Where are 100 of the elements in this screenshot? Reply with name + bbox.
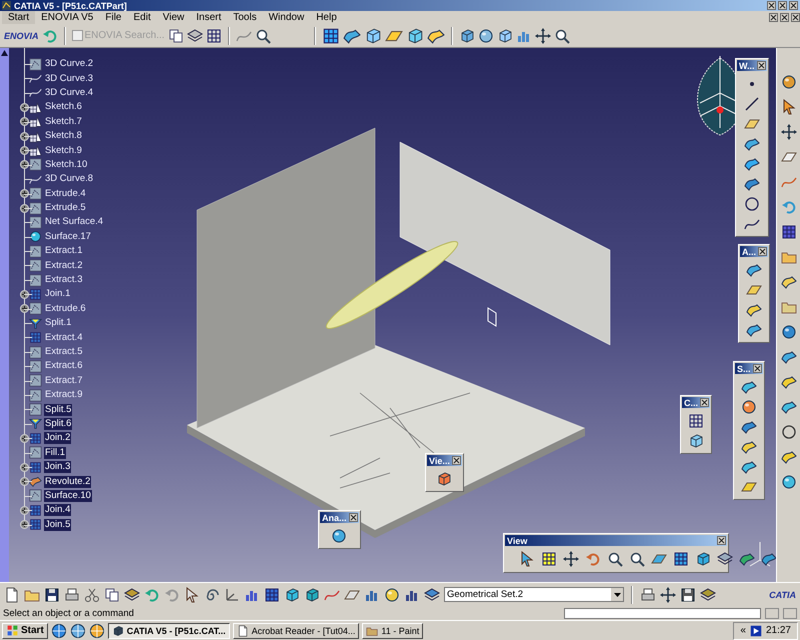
patch-icon[interactable] (29, 374, 42, 388)
tree-item[interactable]: Join.5 (44, 518, 72, 531)
tree-item[interactable]: Extrude.4 (44, 188, 87, 200)
tree-item[interactable]: Join.4 (44, 504, 72, 516)
cube-icon[interactable] (458, 28, 475, 44)
tree-item[interactable]: Extrude.5 (44, 202, 87, 214)
printer-icon[interactable] (64, 586, 80, 602)
toolbar-title-bar[interactable]: Vie... (427, 455, 462, 466)
command-field[interactable] (564, 608, 761, 618)
printer-icon[interactable] (640, 586, 656, 602)
expand-icon[interactable] (20, 520, 28, 530)
patch-icon[interactable] (29, 388, 42, 402)
play-icon[interactable] (750, 624, 762, 636)
patch-icon[interactable] (29, 202, 42, 215)
sketch-icon[interactable] (29, 144, 42, 158)
close-icon[interactable] (700, 398, 710, 407)
funnel-icon[interactable] (29, 417, 42, 430)
patch-icon[interactable] (29, 259, 42, 272)
surface-icon[interactable] (780, 399, 796, 415)
tree-item[interactable]: Surface.10 (44, 490, 92, 502)
patch-icon[interactable] (29, 302, 42, 316)
line-icon[interactable] (744, 96, 760, 112)
tree-item[interactable]: Extract.3 (44, 274, 84, 286)
layers-icon[interactable] (424, 586, 440, 602)
curve-icon[interactable] (29, 72, 42, 86)
surface-icon[interactable] (744, 156, 760, 172)
move-arrows-icon[interactable] (563, 551, 579, 567)
expand-icon[interactable] (20, 462, 28, 472)
start-button[interactable]: Start (2, 622, 48, 638)
up-arrow-icon[interactable] (1, 50, 8, 56)
sketch-icon[interactable] (29, 100, 42, 114)
sphere-icon[interactable] (29, 230, 42, 244)
surface-icon[interactable] (744, 136, 760, 152)
grid-icon[interactable] (206, 28, 222, 44)
expand-icon[interactable] (20, 102, 28, 112)
magnifier-icon[interactable] (607, 551, 623, 567)
grid-icon[interactable] (673, 551, 689, 567)
tree-item[interactable]: Sketch.8 (44, 130, 83, 142)
patch-icon[interactable] (29, 216, 42, 229)
surface-icon[interactable] (740, 439, 757, 455)
close-icon[interactable] (756, 61, 766, 70)
tree-item[interactable]: Extrude.6 (44, 302, 87, 315)
sphere-icon[interactable] (780, 74, 796, 90)
globe-icon[interactable] (70, 622, 86, 638)
tree-item[interactable]: Sketch.6 (44, 101, 83, 114)
taskbar-button[interactable]: 11 - Paint (362, 622, 424, 638)
document-icon[interactable] (4, 586, 20, 602)
tree-item[interactable]: Extract.5 (44, 346, 84, 358)
spiral-icon[interactable] (204, 586, 220, 602)
surface-icon[interactable] (426, 26, 445, 44)
patch-icon[interactable] (29, 58, 42, 71)
close-icon[interactable] (348, 513, 358, 522)
toolbar-title-bar[interactable]: S... (735, 363, 763, 374)
menu-item[interactable]: Help (310, 11, 343, 24)
axis-icon[interactable] (224, 586, 240, 602)
expand-icon[interactable] (20, 117, 28, 126)
tree-item[interactable]: Split.6 (44, 418, 72, 430)
expand-icon[interactable] (20, 506, 28, 515)
grid-icon[interactable] (322, 26, 340, 44)
grid-icon[interactable] (780, 224, 796, 240)
menu-item[interactable]: Edit (128, 11, 157, 24)
toolbar-title-bar[interactable]: W... (737, 60, 766, 71)
cursor-arrow-icon[interactable] (519, 551, 535, 567)
tree-item[interactable]: 3D Curve.4 (44, 86, 94, 99)
menu-item[interactable]: Tools (227, 11, 263, 24)
grid-icon[interactable] (541, 551, 557, 567)
patch-icon[interactable] (29, 403, 42, 416)
curve-icon[interactable] (29, 86, 42, 100)
tree-item[interactable]: Split.1 (44, 317, 72, 330)
surface-icon[interactable] (746, 262, 762, 278)
tree-item[interactable]: Net Surface.4 (44, 216, 104, 228)
close-icon[interactable] (452, 456, 461, 465)
expand-icon[interactable] (20, 434, 28, 443)
menu-item[interactable]: ENOVIA V5 (35, 11, 100, 24)
patch-icon[interactable] (29, 489, 42, 502)
close-icon[interactable] (789, 1, 798, 10)
tree-item[interactable]: Split.5 (44, 404, 72, 416)
tree-item[interactable]: Extract.7 (44, 374, 84, 387)
magnifier-icon[interactable] (629, 551, 645, 567)
close-icon[interactable] (717, 536, 726, 545)
cube-icon[interactable] (304, 586, 320, 602)
tree-item[interactable]: Extract.2 (44, 260, 84, 272)
funnel-icon[interactable] (29, 316, 42, 330)
cursor-arrow-icon[interactable] (184, 586, 200, 602)
patch-icon[interactable] (29, 346, 42, 358)
magnifier-icon[interactable] (554, 28, 570, 44)
layers-icon[interactable] (717, 551, 733, 567)
patch-icon[interactable] (29, 446, 42, 460)
tree-item[interactable]: Join.3 (44, 461, 72, 474)
surface-icon[interactable] (780, 274, 796, 290)
toolbar-title-bar[interactable]: View (505, 535, 727, 546)
cube-icon[interactable] (695, 551, 711, 567)
sphere-icon[interactable] (740, 399, 757, 415)
surface-icon[interactable] (746, 322, 762, 338)
expand-icon[interactable] (20, 160, 28, 170)
tree-item[interactable]: Revolute.2 (44, 476, 92, 488)
tree-item[interactable]: Sketch.10 (44, 158, 88, 171)
toolbar-title-bar[interactable]: A... (740, 246, 768, 257)
patch-icon[interactable] (29, 360, 42, 373)
close-icon[interactable] (791, 13, 800, 22)
